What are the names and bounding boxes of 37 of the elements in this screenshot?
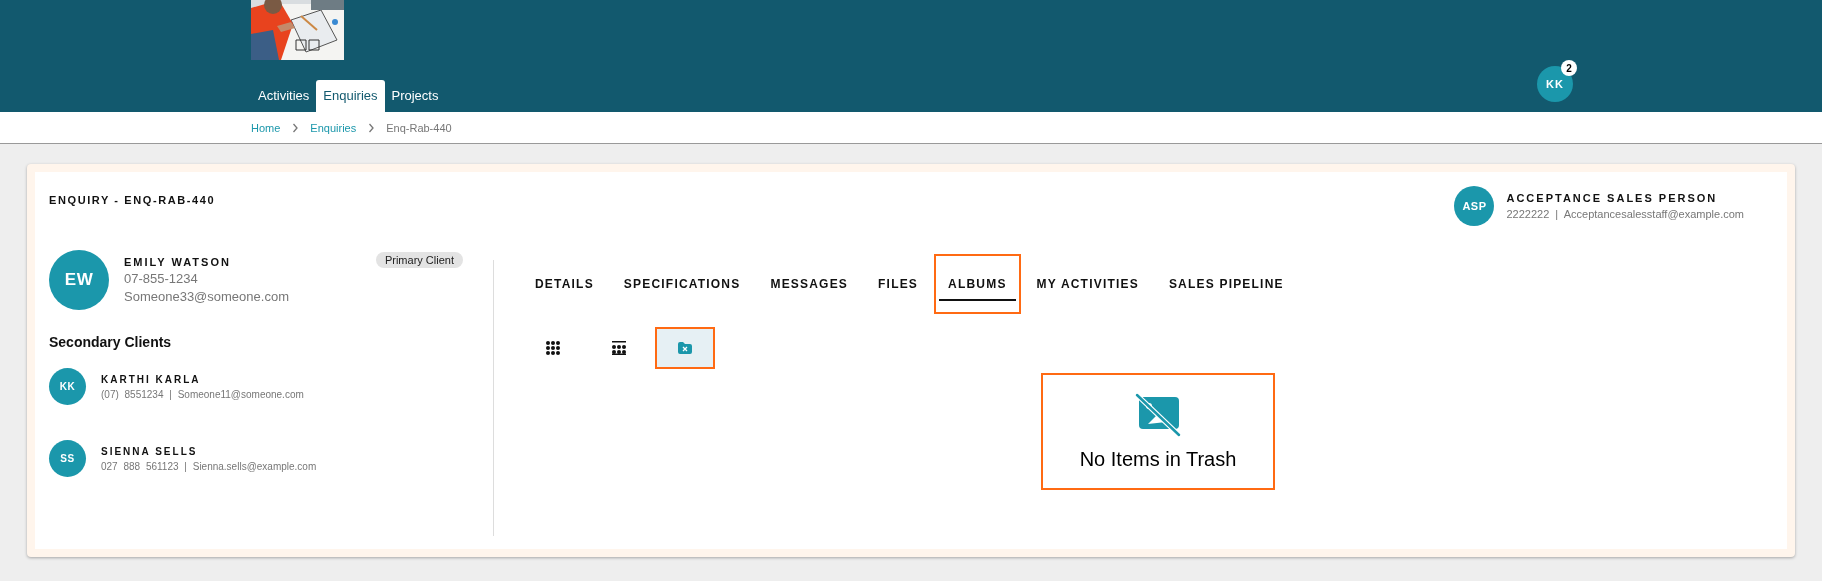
nav-tab[interactable]: Projects <box>384 80 446 112</box>
grid-view-icon <box>546 341 560 355</box>
no-image-icon <box>1134 392 1182 438</box>
breadcrumb-link[interactable]: Enquiries <box>310 121 357 134</box>
list-view-icon <box>612 341 626 355</box>
email-address: Someone33@someone.com <box>124 289 290 304</box>
tab[interactable]: MESSAGES <box>756 254 863 314</box>
tab[interactable]: ALBUMS <box>934 254 1021 314</box>
sales-person-name: ACCEPTANCE SALES PERSON <box>1506 192 1719 204</box>
notification-badge: 2 <box>1561 60 1577 76</box>
avatar: EW <box>49 250 109 310</box>
contact-details: 2222222 | Acceptancesalesstaff@example.com <box>1506 208 1744 220</box>
section-heading: Secondary Clients <box>49 334 173 350</box>
nav-tab[interactable]: Enquiries <box>316 80 385 112</box>
primary-client-tag: Primary Client <box>375 252 463 268</box>
avatar: KK <box>49 368 86 405</box>
client-name: KARTHI KARLA <box>101 373 202 385</box>
tab[interactable]: DETAILS <box>521 254 608 314</box>
folder-x-icon <box>678 342 692 354</box>
breadcrumb-current: Enq-Rab-440 <box>386 121 452 134</box>
phone-number: 07-855-1234 <box>124 271 199 286</box>
avatar: ASP <box>1454 186 1495 226</box>
breadcrumb-link[interactable]: Home <box>251 121 281 134</box>
tab[interactable]: MY ACTIVITIES <box>1022 254 1153 314</box>
enquiry-title: ENQUIRY - ENQ-RAB-440 <box>49 194 216 206</box>
empty-message: No Items in Trash <box>1079 448 1237 471</box>
avatar: SS <box>49 440 86 477</box>
tab[interactable]: SPECIFICATIONS <box>609 254 755 314</box>
chevron-right-icon <box>292 122 299 133</box>
tab[interactable]: FILES <box>864 254 933 314</box>
nav-tab[interactable]: Activities <box>251 80 317 112</box>
client-name: EMILY WATSON <box>124 256 232 268</box>
tab[interactable]: SALES PIPELINE <box>1154 254 1298 314</box>
client-name: SIENNA SELLS <box>101 445 199 457</box>
contact-details: 027 888 561123 | Sienna.sells@example.com <box>101 460 317 472</box>
contact-details: (07) 8551234 | Someone11@someone.com <box>101 388 304 400</box>
chevron-right-icon <box>368 122 375 133</box>
